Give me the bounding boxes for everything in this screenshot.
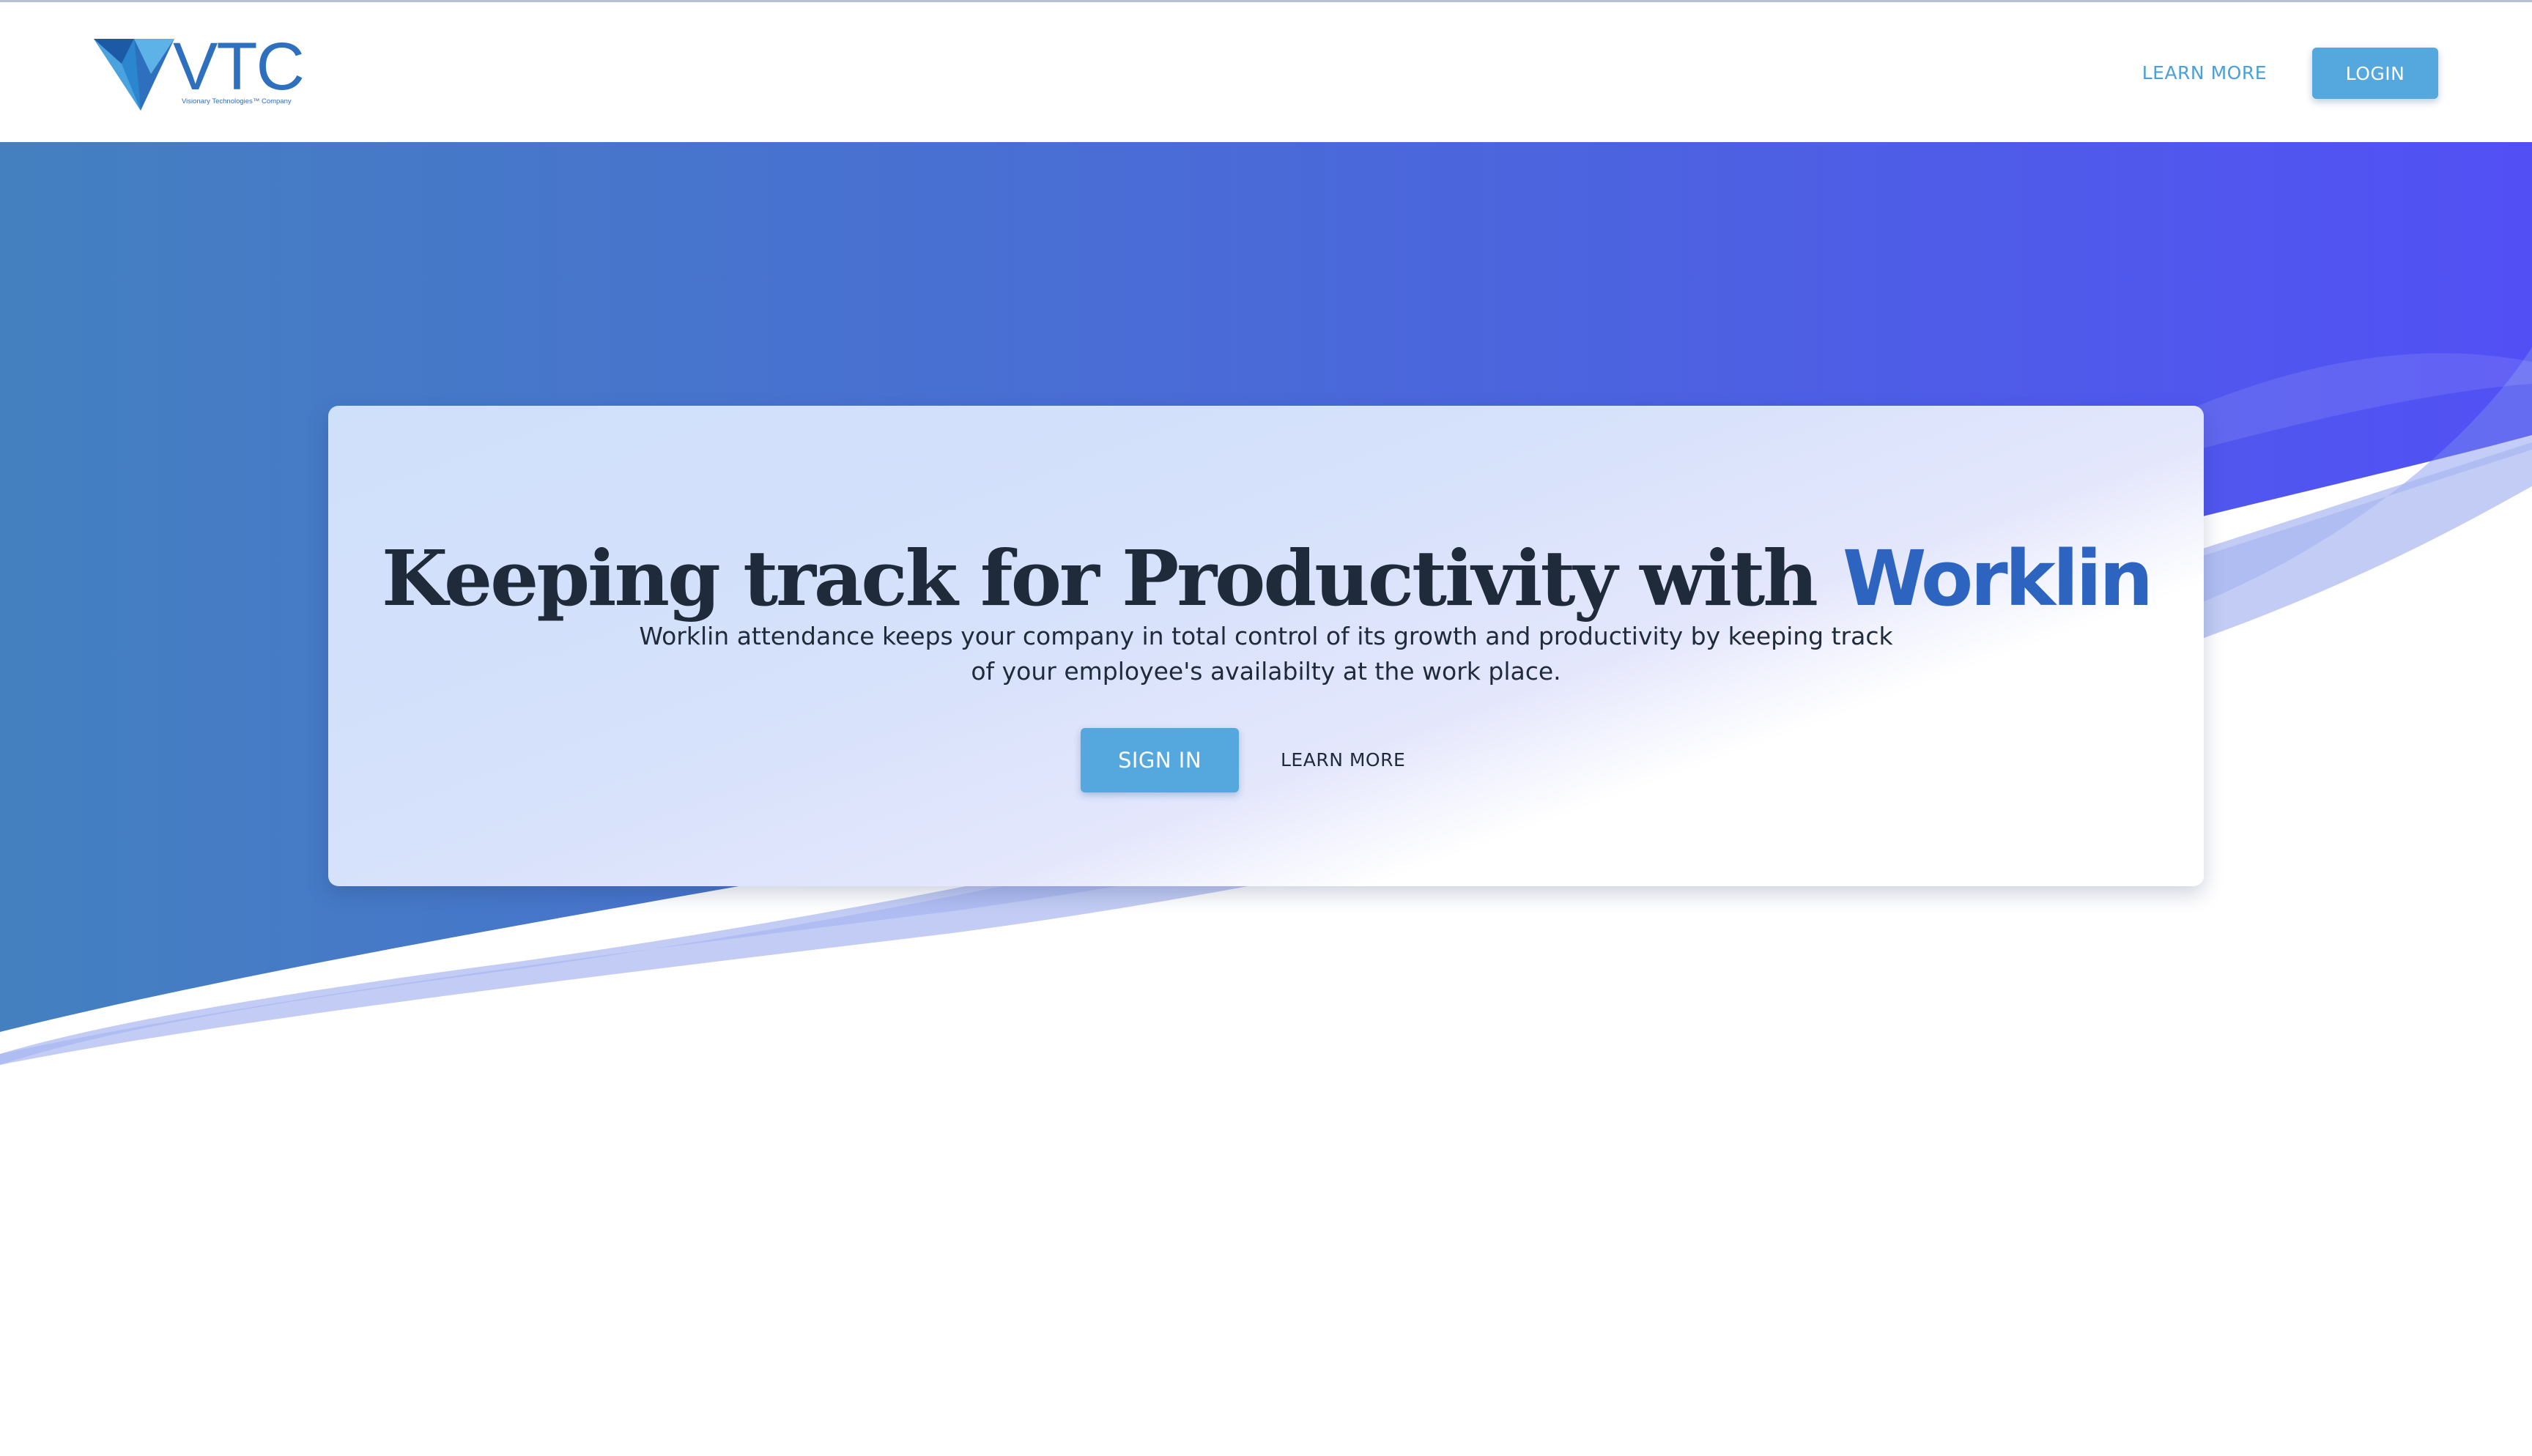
nav-learn-more-link[interactable]: LEARN MORE (2142, 62, 2267, 83)
hero-title-text: Keeping track for Productivity with (381, 532, 1818, 623)
hero-description: Worklin attendance keeps your company in… (639, 622, 1893, 686)
sign-in-button[interactable]: SIGN IN (1081, 728, 1239, 792)
top-navbar: VTC Visionary Technologies™ Company LEAR… (0, 0, 2532, 142)
hero-brand-name: Worklin (1842, 533, 2153, 623)
hero-card: Keeping track for Productivity with Workl… (328, 406, 2204, 886)
page: VTC Visionary Technologies™ Company LEAR… (0, 0, 2532, 1456)
logo-tagline: Visionary Technologies™ Company (182, 97, 292, 105)
hero-section: Keeping track for Productivity with Workl… (0, 142, 2532, 1456)
vtc-logo[interactable]: VTC Visionary Technologies™ Company (94, 30, 305, 115)
hero-learn-more-link[interactable]: LEARN MORE (1281, 744, 1405, 776)
vtc-logo-mark-icon (94, 39, 174, 111)
nav-login-button[interactable]: LOGIN (2312, 48, 2438, 99)
hero-title: Keeping track for Productivity with Workl… (328, 532, 2204, 623)
logo-wordmark: VTC (173, 29, 305, 104)
